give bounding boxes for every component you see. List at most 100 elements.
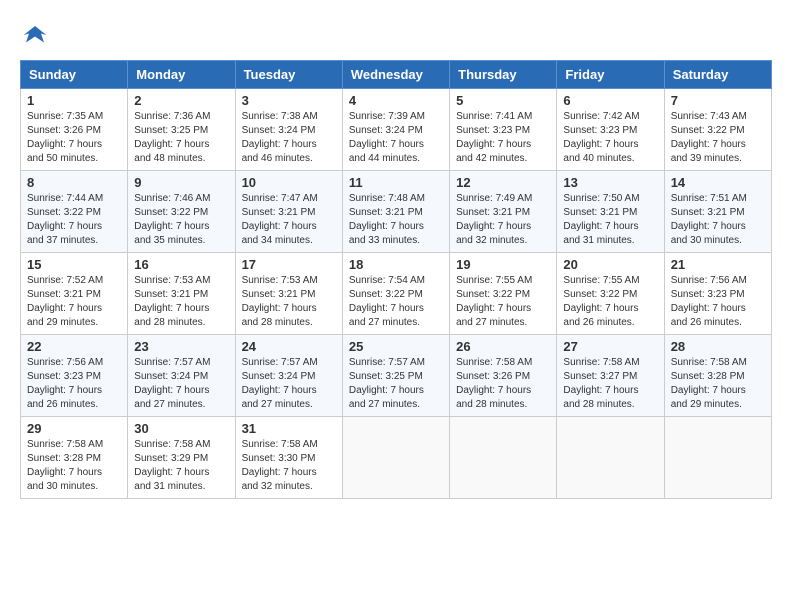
calendar-day-cell: 12 Sunrise: 7:49 AM Sunset: 3:21 PM Dayli… — [450, 171, 557, 253]
day-number: 30 — [134, 421, 228, 436]
day-of-week-header: Tuesday — [235, 61, 342, 89]
day-number: 19 — [456, 257, 550, 272]
day-info: Sunrise: 7:43 AM Sunset: 3:22 PM Dayligh… — [671, 110, 765, 166]
day-info: Sunrise: 7:42 AM Sunset: 3:23 PM Dayligh… — [563, 110, 657, 166]
day-info: Sunrise: 7:38 AM Sunset: 3:24 PM Dayligh… — [242, 110, 336, 166]
day-info: Sunrise: 7:39 AM Sunset: 3:24 PM Dayligh… — [349, 110, 443, 166]
day-info: Sunrise: 7:57 AM Sunset: 3:25 PM Dayligh… — [349, 356, 443, 412]
calendar-table: SundayMondayTuesdayWednesdayThursdayFrid… — [20, 60, 772, 499]
day-number: 23 — [134, 339, 228, 354]
day-number: 25 — [349, 339, 443, 354]
day-info: Sunrise: 7:41 AM Sunset: 3:23 PM Dayligh… — [456, 110, 550, 166]
day-info: Sunrise: 7:53 AM Sunset: 3:21 PM Dayligh… — [134, 274, 228, 330]
day-number: 22 — [27, 339, 121, 354]
header-row: SundayMondayTuesdayWednesdayThursdayFrid… — [21, 61, 772, 89]
calendar-day-cell: 28Sunrise: 7:58 AM Sunset: 3:28 PM Dayli… — [664, 335, 771, 417]
day-info: Sunrise: 7:50 AM Sunset: 3:21 PM Dayligh… — [563, 192, 657, 248]
calendar-day-cell: 25 Sunrise: 7:57 AM Sunset: 3:25 PM Dayli… — [342, 335, 449, 417]
day-info: Sunrise: 7:57 AM Sunset: 3:24 PM Dayligh… — [242, 356, 336, 412]
day-info: Sunrise: 7:58 AM Sunset: 3:29 PM Dayligh… — [134, 438, 228, 494]
day-number: 8 — [27, 175, 121, 190]
day-of-week-header: Sunday — [21, 61, 128, 89]
page-header — [20, 20, 772, 50]
calendar-day-cell — [557, 417, 664, 499]
calendar-day-cell: 20Sunrise: 7:55 AM Sunset: 3:22 PM Dayli… — [557, 253, 664, 335]
day-info: Sunrise: 7:48 AM Sunset: 3:21 PM Dayligh… — [349, 192, 443, 248]
calendar-header: SundayMondayTuesdayWednesdayThursdayFrid… — [21, 61, 772, 89]
calendar-day-cell: 7Sunrise: 7:43 AM Sunset: 3:22 PM Daylig… — [664, 89, 771, 171]
calendar-week-row: 1 Sunrise: 7:35 AM Sunset: 3:26 PM Daylig… — [21, 89, 772, 171]
day-info: Sunrise: 7:57 AM Sunset: 3:24 PM Dayligh… — [134, 356, 228, 412]
day-number: 16 — [134, 257, 228, 272]
calendar-day-cell: 2 Sunrise: 7:36 AM Sunset: 3:25 PM Daylig… — [128, 89, 235, 171]
day-of-week-header: Thursday — [450, 61, 557, 89]
calendar-day-cell: 27 Sunrise: 7:58 AM Sunset: 3:27 PM Dayli… — [557, 335, 664, 417]
day-number: 17 — [242, 257, 336, 272]
day-of-week-header: Monday — [128, 61, 235, 89]
calendar-day-cell: 31 Sunrise: 7:58 AM Sunset: 3:30 PM Dayli… — [235, 417, 342, 499]
day-number: 27 — [563, 339, 657, 354]
day-info: Sunrise: 7:58 AM Sunset: 3:27 PM Dayligh… — [563, 356, 657, 412]
day-info: Sunrise: 7:52 AM Sunset: 3:21 PM Dayligh… — [27, 274, 121, 330]
day-of-week-header: Wednesday — [342, 61, 449, 89]
day-info: Sunrise: 7:56 AM Sunset: 3:23 PM Dayligh… — [27, 356, 121, 412]
day-info: Sunrise: 7:58 AM Sunset: 3:28 PM Dayligh… — [27, 438, 121, 494]
calendar-day-cell: 21 Sunrise: 7:56 AM Sunset: 3:23 PM Dayli… — [664, 253, 771, 335]
day-number: 4 — [349, 93, 443, 108]
day-number: 12 — [456, 175, 550, 190]
calendar-day-cell: 18Sunrise: 7:54 AM Sunset: 3:22 PM Dayli… — [342, 253, 449, 335]
day-info: Sunrise: 7:51 AM Sunset: 3:21 PM Dayligh… — [671, 192, 765, 248]
day-info: Sunrise: 7:58 AM Sunset: 3:30 PM Dayligh… — [242, 438, 336, 494]
calendar-week-row: 29Sunrise: 7:58 AM Sunset: 3:28 PM Dayli… — [21, 417, 772, 499]
calendar-day-cell: 8 Sunrise: 7:44 AM Sunset: 3:22 PM Daylig… — [21, 171, 128, 253]
calendar-day-cell: 13 Sunrise: 7:50 AM Sunset: 3:21 PM Dayli… — [557, 171, 664, 253]
calendar-day-cell: 26 Sunrise: 7:58 AM Sunset: 3:26 PM Dayli… — [450, 335, 557, 417]
day-number: 24 — [242, 339, 336, 354]
calendar-day-cell: 4 Sunrise: 7:39 AM Sunset: 3:24 PM Daylig… — [342, 89, 449, 171]
calendar-day-cell: 9Sunrise: 7:46 AM Sunset: 3:22 PM Daylig… — [128, 171, 235, 253]
calendar-day-cell: 22 Sunrise: 7:56 AM Sunset: 3:23 PM Dayli… — [21, 335, 128, 417]
day-number: 2 — [134, 93, 228, 108]
day-info: Sunrise: 7:53 AM Sunset: 3:21 PM Dayligh… — [242, 274, 336, 330]
day-info: Sunrise: 7:35 AM Sunset: 3:26 PM Dayligh… — [27, 110, 121, 166]
day-number: 18 — [349, 257, 443, 272]
day-info: Sunrise: 7:55 AM Sunset: 3:22 PM Dayligh… — [456, 274, 550, 330]
calendar-week-row: 22 Sunrise: 7:56 AM Sunset: 3:23 PM Dayli… — [21, 335, 772, 417]
calendar-day-cell: 1 Sunrise: 7:35 AM Sunset: 3:26 PM Daylig… — [21, 89, 128, 171]
day-of-week-header: Saturday — [664, 61, 771, 89]
day-info: Sunrise: 7:58 AM Sunset: 3:26 PM Dayligh… — [456, 356, 550, 412]
calendar-day-cell: 24 Sunrise: 7:57 AM Sunset: 3:24 PM Dayli… — [235, 335, 342, 417]
calendar-day-cell — [450, 417, 557, 499]
calendar-day-cell: 29Sunrise: 7:58 AM Sunset: 3:28 PM Dayli… — [21, 417, 128, 499]
calendar-day-cell: 30 Sunrise: 7:58 AM Sunset: 3:29 PM Dayli… — [128, 417, 235, 499]
day-info: Sunrise: 7:55 AM Sunset: 3:22 PM Dayligh… — [563, 274, 657, 330]
day-number: 28 — [671, 339, 765, 354]
day-of-week-header: Friday — [557, 61, 664, 89]
calendar-week-row: 15 Sunrise: 7:52 AM Sunset: 3:21 PM Dayli… — [21, 253, 772, 335]
calendar-day-cell: 19 Sunrise: 7:55 AM Sunset: 3:22 PM Dayli… — [450, 253, 557, 335]
calendar-day-cell: 14Sunrise: 7:51 AM Sunset: 3:21 PM Dayli… — [664, 171, 771, 253]
day-number: 6 — [563, 93, 657, 108]
day-number: 31 — [242, 421, 336, 436]
day-number: 21 — [671, 257, 765, 272]
calendar-day-cell: 11 Sunrise: 7:48 AM Sunset: 3:21 PM Dayli… — [342, 171, 449, 253]
calendar-day-cell — [664, 417, 771, 499]
day-number: 11 — [349, 175, 443, 190]
calendar-day-cell: 10Sunrise: 7:47 AM Sunset: 3:21 PM Dayli… — [235, 171, 342, 253]
calendar-day-cell: 5 Sunrise: 7:41 AM Sunset: 3:23 PM Daylig… — [450, 89, 557, 171]
calendar-body: 1 Sunrise: 7:35 AM Sunset: 3:26 PM Daylig… — [21, 89, 772, 499]
logo-icon — [20, 20, 50, 50]
day-number: 13 — [563, 175, 657, 190]
day-number: 5 — [456, 93, 550, 108]
calendar-day-cell: 6 Sunrise: 7:42 AM Sunset: 3:23 PM Daylig… — [557, 89, 664, 171]
day-number: 1 — [27, 93, 121, 108]
day-number: 15 — [27, 257, 121, 272]
day-info: Sunrise: 7:44 AM Sunset: 3:22 PM Dayligh… — [27, 192, 121, 248]
calendar-day-cell: 15 Sunrise: 7:52 AM Sunset: 3:21 PM Dayli… — [21, 253, 128, 335]
day-info: Sunrise: 7:49 AM Sunset: 3:21 PM Dayligh… — [456, 192, 550, 248]
calendar-day-cell: 3Sunrise: 7:38 AM Sunset: 3:24 PM Daylig… — [235, 89, 342, 171]
day-number: 9 — [134, 175, 228, 190]
day-number: 26 — [456, 339, 550, 354]
day-info: Sunrise: 7:56 AM Sunset: 3:23 PM Dayligh… — [671, 274, 765, 330]
day-info: Sunrise: 7:36 AM Sunset: 3:25 PM Dayligh… — [134, 110, 228, 166]
